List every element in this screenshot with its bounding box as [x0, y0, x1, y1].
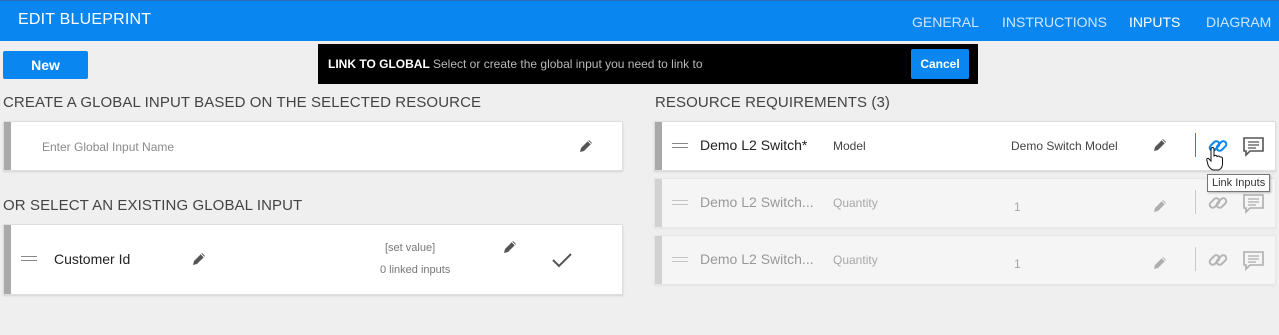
drag-handle-icon[interactable]: [672, 143, 688, 148]
link-icon[interactable]: [1207, 249, 1229, 271]
divider: [1195, 247, 1196, 271]
requirement-value: 1: [1014, 257, 1021, 271]
pencil-icon[interactable]: [578, 138, 594, 154]
requirement-name: Demo L2 Switch...: [700, 194, 814, 210]
requirement-attribute: Quantity: [833, 196, 878, 210]
global-input-row[interactable]: Customer Id [set value] 0 linked inputs: [3, 224, 623, 295]
link-inputs-tooltip: Link Inputs: [1207, 174, 1271, 192]
page-title: EDIT BLUEPRINT: [18, 11, 152, 28]
pencil-icon[interactable]: [191, 251, 207, 267]
card-accent-bar: [655, 122, 662, 170]
drag-handle-icon[interactable]: [21, 256, 37, 261]
requirement-row[interactable]: Demo L2 Switch... Quantity 1: [654, 235, 1276, 285]
comment-icon[interactable]: [1242, 136, 1266, 158]
requirement-name: Demo L2 Switch*: [700, 137, 808, 153]
divider: [1195, 133, 1196, 157]
existing-section-title: OR SELECT AN EXISTING GLOBAL INPUT: [3, 197, 303, 214]
top-bar: EDIT BLUEPRINT GENERAL INSTRUCTIONS INPU…: [0, 0, 1279, 41]
card-accent-bar: [655, 236, 662, 284]
requirement-name: Demo L2 Switch...: [700, 251, 814, 267]
divider: [1195, 190, 1196, 214]
link-icon[interactable]: [1207, 192, 1229, 214]
drag-handle-icon[interactable]: [672, 200, 688, 205]
requirement-value: Demo Switch Model: [1011, 139, 1118, 153]
card-accent-bar: [4, 122, 11, 170]
tab-inputs[interactable]: INPUTS: [1129, 14, 1180, 30]
linked-inputs-count: 0 linked inputs: [380, 264, 451, 276]
comment-icon[interactable]: [1242, 193, 1266, 215]
banner-instruction-text: Select or create the global input you ne…: [433, 57, 703, 71]
create-section-title: CREATE A GLOBAL INPUT BASED ON THE SELEC…: [3, 94, 482, 111]
checkmark-icon[interactable]: [551, 251, 573, 269]
banner-title: LINK TO GLOBAL: [328, 57, 430, 71]
link-to-global-banner: LINK TO GLOBAL Select or create the glob…: [318, 44, 978, 84]
comment-icon[interactable]: [1242, 250, 1266, 272]
requirements-title: RESOURCE REQUIREMENTS (3): [655, 94, 891, 111]
pencil-icon[interactable]: [502, 239, 518, 255]
create-global-input-card: Enter Global Input Name: [3, 121, 623, 171]
tab-general[interactable]: GENERAL: [912, 14, 979, 30]
global-input-name-field[interactable]: Enter Global Input Name: [42, 140, 174, 154]
drag-handle-icon[interactable]: [672, 257, 688, 262]
pencil-icon[interactable]: [1152, 255, 1168, 271]
requirement-row[interactable]: Demo L2 Switch* Model Demo Switch Model: [654, 121, 1276, 171]
global-input-name: Customer Id: [54, 251, 131, 267]
new-button[interactable]: New: [3, 51, 88, 79]
global-input-value[interactable]: [set value]: [385, 242, 435, 254]
requirement-attribute: Quantity: [833, 253, 878, 267]
requirement-row[interactable]: Demo L2 Switch... Quantity 1: [654, 178, 1276, 228]
card-accent-bar: [655, 179, 662, 227]
requirement-attribute: Model: [833, 139, 866, 153]
card-accent-bar: [4, 225, 11, 294]
pencil-icon[interactable]: [1152, 137, 1168, 153]
hand-cursor-icon: [1206, 147, 1223, 171]
requirement-value: 1: [1014, 200, 1021, 214]
tab-diagram[interactable]: DIAGRAM: [1206, 14, 1271, 30]
pencil-icon[interactable]: [1152, 198, 1168, 214]
tab-instructions[interactable]: INSTRUCTIONS: [1002, 14, 1107, 30]
cancel-button[interactable]: Cancel: [911, 49, 969, 79]
